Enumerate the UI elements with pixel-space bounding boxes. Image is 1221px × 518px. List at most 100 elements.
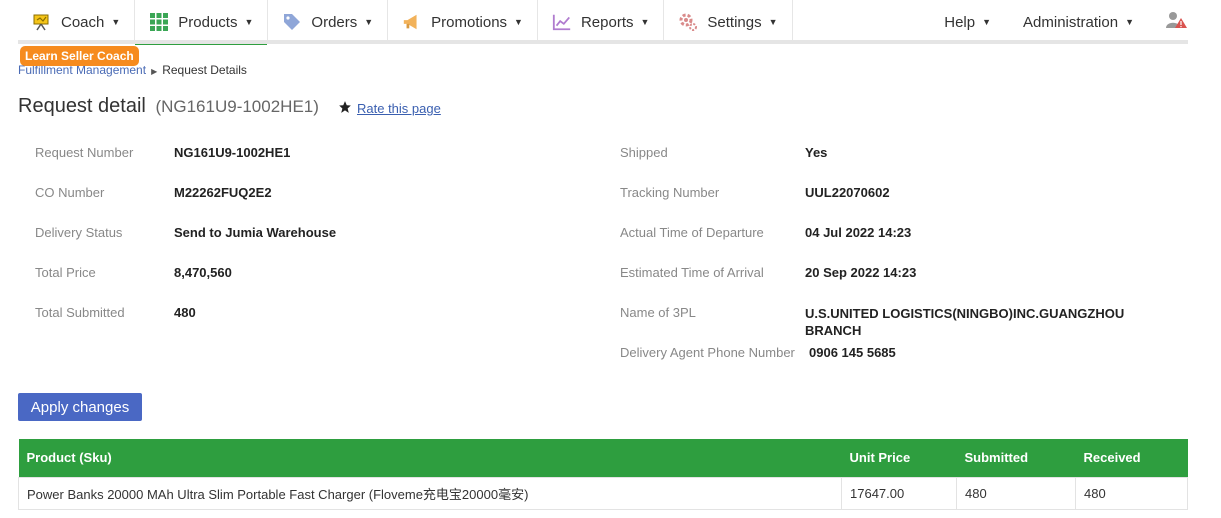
table-row: Power Banks 20000 MAh Ultra Slim Portabl… — [18, 476, 1188, 510]
nav-products[interactable]: Products ▼ — [135, 0, 269, 45]
chevron-down-icon: ▼ — [1125, 17, 1134, 27]
detail-label: Actual Time of Departure — [620, 225, 764, 240]
detail-label: CO Number — [35, 185, 105, 200]
chevron-down-icon: ▼ — [640, 17, 650, 27]
detail-value: Yes — [805, 145, 828, 160]
detail-label: Delivery Agent Phone Number — [620, 345, 795, 360]
field-shipped-value: Yes — [805, 145, 827, 160]
field-departure-label: Actual Time of Departure — [620, 225, 764, 240]
nav-settings[interactable]: Settings ▼ — [664, 0, 793, 44]
nav-administration[interactable]: Administration ▼ — [1007, 0, 1150, 44]
detail-value: NG161U9-1002HE1 — [174, 145, 291, 160]
field-departure-value: 04 Jul 2022 14:23 — [805, 225, 911, 240]
table-header-row: Product (Sku) Unit Price Submitted Recei… — [18, 439, 1188, 477]
nav-settings-label: Settings — [707, 13, 762, 31]
detail-label: Name of 3PL — [620, 305, 696, 320]
field-delivery-status-value: Send to Jumia Warehouse — [174, 225, 336, 240]
breadcrumb-current: Request Details — [162, 63, 247, 77]
nav-administration-label: Administration — [1023, 13, 1119, 31]
field-total-submitted-value: 480 — [174, 305, 196, 320]
column-header-submitted: Submitted — [956, 439, 1076, 477]
learn-seller-coach-badge[interactable]: Learn Seller Coach — [20, 46, 139, 66]
field-request-number-label: Request Number — [35, 145, 133, 160]
user-alert-button[interactable] — [1150, 0, 1188, 44]
chevron-down-icon: ▼ — [111, 17, 121, 27]
detail-label: Total Price — [35, 265, 96, 280]
rate-this-page: Rate this page — [338, 100, 441, 117]
detail-value: 0906 145 5685 — [809, 345, 896, 360]
nav-coach-label: Coach — [61, 13, 105, 31]
field-co-number-label: CO Number — [35, 185, 104, 200]
detail-value: 20 Sep 2022 14:23 — [805, 265, 917, 280]
chevron-down-icon: ▼ — [364, 17, 374, 27]
breadcrumb-separator-icon: ▶ — [151, 67, 158, 76]
field-tracking-number-label: Tracking Number — [620, 185, 719, 200]
detail-value: 8,470,560 — [174, 265, 232, 280]
top-navigation: Coach ▼ Products ▼ Orders ▼ Promotions ▼… — [18, 0, 1188, 45]
column-header-product: Product (Sku) — [18, 439, 842, 477]
field-total-submitted-label: Total Submitted — [35, 305, 125, 320]
detail-label: Total Submitted — [35, 305, 125, 320]
column-header-received: Received — [1075, 439, 1188, 477]
page-title-text: Request detail — [18, 95, 146, 117]
detail-value: M22262FUQ2E2 — [174, 185, 272, 200]
detail-value-line1: U.S.UNITED LOGISTICS(NINGBO)INC.GUANGZHO… — [805, 306, 1125, 321]
nav-help-label: Help — [944, 13, 976, 31]
cell-unit-price: 17647.00 — [841, 476, 957, 510]
field-delivery-status-label: Delivery Status — [35, 225, 122, 240]
nav-promotions-label: Promotions — [431, 13, 508, 31]
line-chart-icon — [552, 12, 572, 32]
field-shipped-label: Shipped — [620, 145, 668, 160]
coach-easel-icon — [32, 12, 52, 32]
page-title-request-id: (NG161U9-1002HE1) — [155, 97, 319, 116]
chevron-down-icon: ▼ — [514, 17, 523, 27]
cell-received: 480 — [1075, 476, 1188, 510]
cell-product: Power Banks 20000 MAh Ultra Slim Portabl… — [18, 476, 842, 510]
field-request-number-value: NG161U9-1002HE1 — [174, 145, 290, 160]
detail-value-line2: BRANCH — [805, 323, 862, 338]
gear-icon — [678, 12, 698, 32]
detail-value: UUL22070602 — [805, 185, 890, 200]
user-warning-icon — [1166, 11, 1188, 33]
detail-label: Shipped — [620, 145, 668, 160]
megaphone-icon — [402, 12, 422, 32]
nav-help[interactable]: Help ▼ — [928, 0, 1007, 44]
field-co-number-value: M22262FUQ2E2 — [174, 185, 272, 200]
detail-value: Send to Jumia Warehouse — [174, 225, 337, 240]
field-agent-phone-value: 0906 145 5685 — [809, 345, 896, 360]
page-title: Request detail (NG161U9-1002HE1) — [18, 95, 319, 118]
tag-icon — [282, 12, 302, 32]
detail-value: 04 Jul 2022 14:23 — [805, 225, 912, 240]
nav-coach[interactable]: Coach ▼ — [18, 0, 136, 44]
grid-icon — [149, 12, 169, 32]
nav-products-label: Products — [178, 13, 238, 31]
field-total-price-label: Total Price — [35, 265, 96, 280]
nav-orders-label: Orders — [311, 13, 358, 31]
nav-divider — [18, 40, 1188, 44]
nav-reports[interactable]: Reports ▼ — [538, 0, 665, 44]
cell-submitted: 480 — [956, 476, 1076, 510]
field-3pl-label: Name of 3PL — [620, 305, 696, 320]
nav-promotions[interactable]: Promotions ▼ — [388, 0, 538, 44]
chevron-down-icon: ▼ — [244, 17, 254, 27]
nav-orders[interactable]: Orders ▼ — [268, 0, 389, 44]
field-total-price-value: 8,470,560 — [174, 265, 232, 280]
field-tracking-number-value: UUL22070602 — [805, 185, 890, 200]
detail-value: 480 — [174, 305, 196, 320]
detail-label: Delivery Status — [35, 225, 123, 240]
field-3pl-value: U.S.UNITED LOGISTICS(NINGBO)INC.GUANGZHO… — [805, 305, 1124, 339]
column-header-unit-price: Unit Price — [841, 439, 957, 477]
detail-label: Tracking Number — [620, 185, 720, 200]
apply-changes-button[interactable]: Apply changes — [18, 393, 142, 421]
products-table: Product (Sku) Unit Price Submitted Recei… — [18, 439, 1188, 510]
detail-label: Request Number — [35, 145, 134, 160]
field-arrival-label: Estimated Time of Arrival — [620, 265, 764, 280]
nav-reports-label: Reports — [580, 13, 634, 31]
field-arrival-value: 20 Sep 2022 14:23 — [805, 265, 916, 280]
detail-label: Estimated Time of Arrival — [620, 265, 764, 280]
star-icon — [338, 100, 352, 117]
chevron-down-icon: ▼ — [768, 17, 778, 27]
chevron-down-icon: ▼ — [982, 17, 992, 27]
rate-this-page-link[interactable]: Rate this page — [357, 101, 441, 116]
field-agent-phone-label: Delivery Agent Phone Number — [620, 345, 795, 360]
